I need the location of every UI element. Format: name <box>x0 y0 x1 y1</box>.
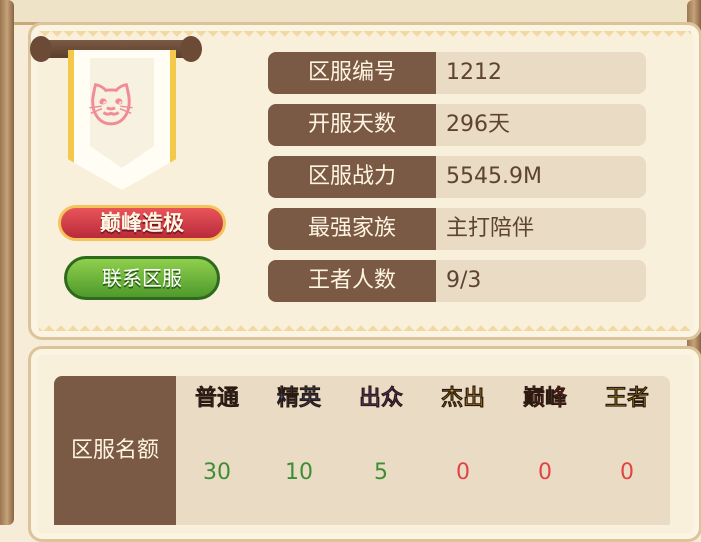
tier-header: 杰出 <box>440 386 486 412</box>
info-row-king-count: 王者人数 9/3 <box>268 260 646 302</box>
info-row-days-open: 开服天数 296天 <box>268 104 646 146</box>
tier-header: 精英 <box>276 386 322 412</box>
tier-quota-value: 5 <box>374 460 388 485</box>
contact-server-button[interactable]: 联系区服 <box>64 256 220 300</box>
info-row-server-power: 区服战力 5545.9M <box>268 156 646 198</box>
info-value: 主打陪伴 <box>436 208 646 250</box>
tier-quota-value: 10 <box>285 460 313 485</box>
tier-quota-value: 0 <box>538 460 552 485</box>
cat-emblem-icon: 🐱 <box>88 82 134 133</box>
server-banner: 🐱 <box>30 30 202 206</box>
info-label: 区服编号 <box>268 52 436 94</box>
tier-header: 巅峰 <box>522 386 568 412</box>
tier-header: 出众 <box>358 386 404 412</box>
info-label: 区服战力 <box>268 156 436 198</box>
left-rope-border <box>0 0 14 525</box>
info-label: 最强家族 <box>268 208 436 250</box>
info-value: 1212 <box>436 52 646 94</box>
tier-quota-value: 30 <box>203 460 231 485</box>
server-title-badge: 巅峰造极 <box>58 205 226 241</box>
panel-zigzag-bottom <box>39 319 691 331</box>
tier-header: 王者 <box>604 386 650 412</box>
info-label: 开服天数 <box>268 104 436 146</box>
tier-quota-value: 0 <box>456 460 470 485</box>
info-value: 296天 <box>436 104 646 146</box>
info-label: 王者人数 <box>268 260 436 302</box>
info-value: 5545.9M <box>436 156 646 198</box>
info-row-strongest-family: 最强家族 主打陪伴 <box>268 208 646 250</box>
tier-header: 普通 <box>194 386 240 412</box>
info-row-server-id: 区服编号 1212 <box>268 52 646 94</box>
tier-quota-value: 0 <box>620 460 634 485</box>
quota-row-label: 区服名额 <box>54 376 176 525</box>
info-value: 9/3 <box>436 260 646 302</box>
